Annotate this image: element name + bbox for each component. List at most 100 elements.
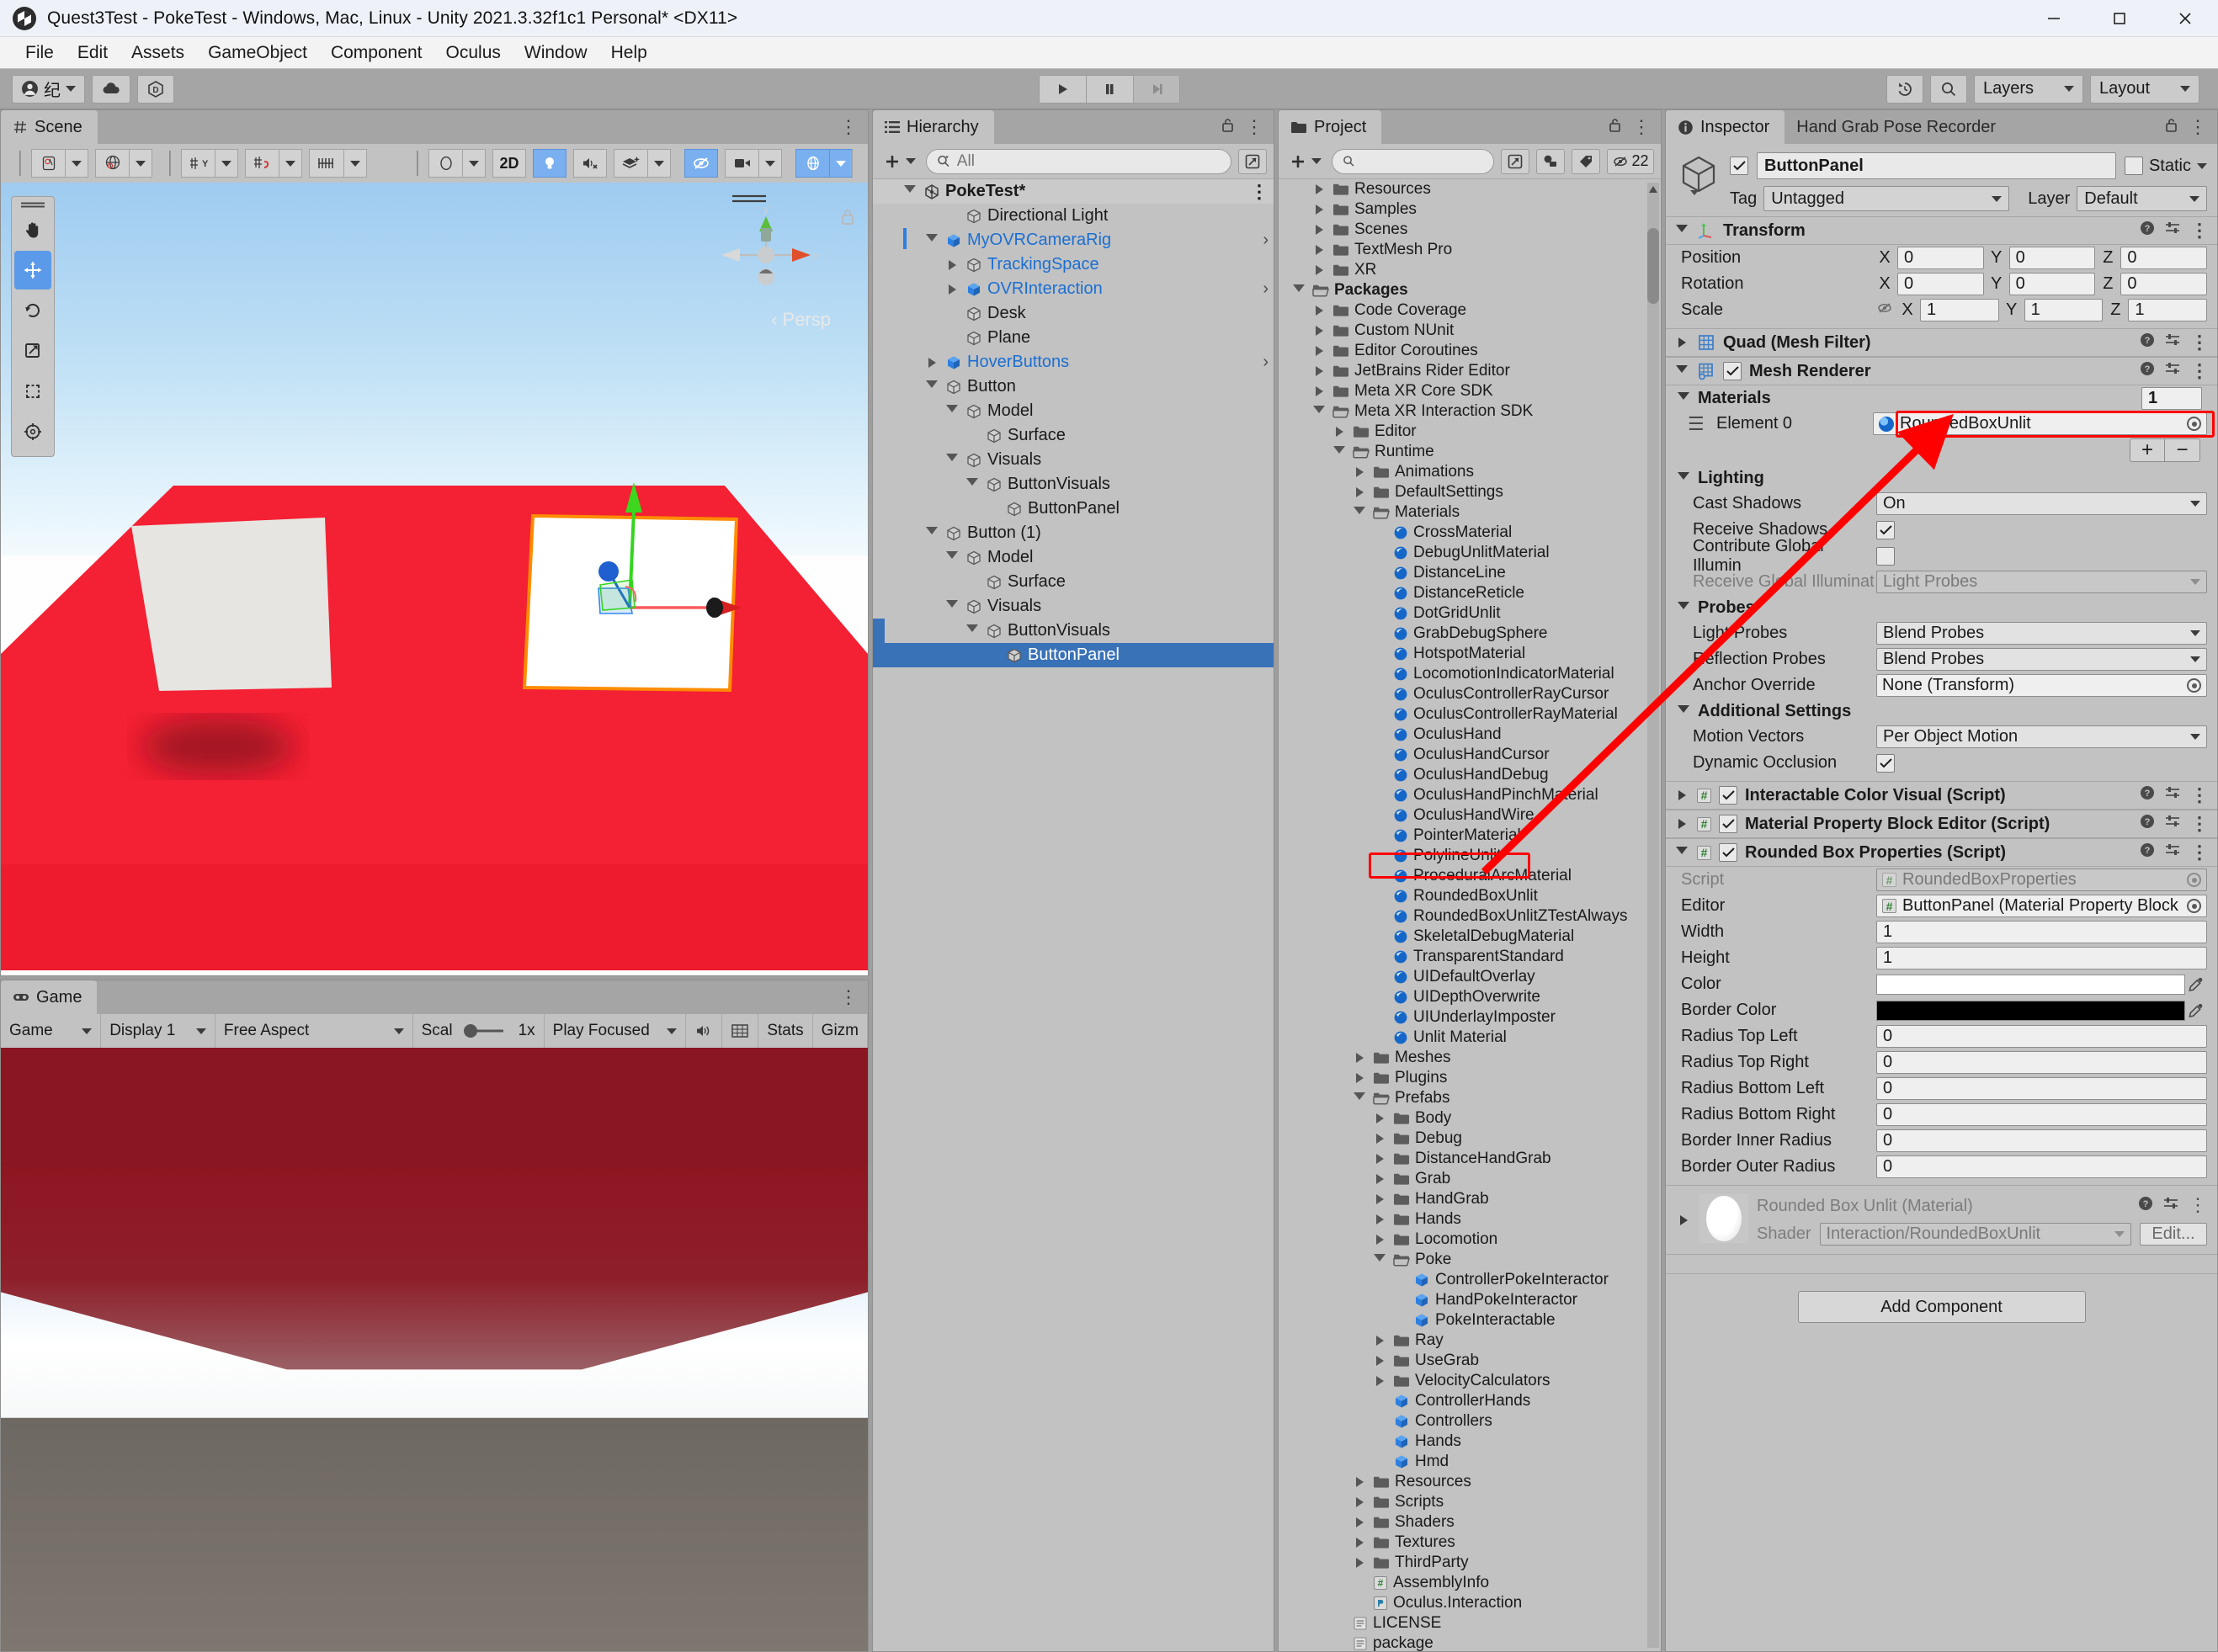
project-item-poke[interactable]: Poke: [1279, 1250, 1661, 1270]
project-item-unlit-material[interactable]: Unlit Material: [1279, 1028, 1661, 1048]
game-viewport[interactable]: [1, 1048, 868, 1651]
component-header-interactable-color-visual[interactable]: # Interactable Color Visual (Script) ? ⋮: [1666, 781, 2217, 810]
tree-disclosure-arrow[interactable]: [1371, 1356, 1388, 1366]
object-picker-icon[interactable]: [2187, 899, 2201, 913]
project-item-scripts[interactable]: Scripts: [1279, 1492, 1661, 1512]
tree-disclosure-arrow[interactable]: [1371, 1253, 1388, 1267]
project-item-locomotionindicatormaterial[interactable]: LocomotionIndicatorMaterial: [1279, 664, 1661, 684]
rbp-color-swatch[interactable]: [1876, 974, 2185, 995]
material-preview-fold-arrow[interactable]: [1676, 1214, 1691, 1225]
menu-item-window[interactable]: Window: [513, 37, 599, 69]
static-checkbox[interactable]: [2124, 157, 2143, 175]
hand-tool-button[interactable]: [14, 210, 51, 249]
tree-disclosure-arrow[interactable]: [1371, 1113, 1388, 1123]
project-item-thirdparty[interactable]: ThirdParty: [1279, 1553, 1661, 1573]
project-item-grabdebugsphere[interactable]: GrabDebugSphere: [1279, 624, 1661, 644]
project-item-resources[interactable]: Resources: [1279, 1472, 1661, 1492]
toggle-2d-button[interactable]: 2D: [492, 149, 526, 178]
materials-count-field[interactable]: 1: [2141, 386, 2202, 410]
game-menu-kebab[interactable]: ⋮: [839, 988, 858, 1007]
project-item-controllerhands[interactable]: ControllerHands: [1279, 1391, 1661, 1411]
shading-dropdown[interactable]: [462, 149, 486, 178]
game-stats-button[interactable]: Stats: [758, 1014, 813, 1048]
cloud-button[interactable]: [92, 74, 130, 104]
project-search-field[interactable]: [1361, 151, 1483, 171]
tree-disclosure-arrow[interactable]: [1371, 1134, 1388, 1144]
project-item-distancehandgrab[interactable]: DistanceHandGrab: [1279, 1149, 1661, 1169]
gizmos-toggle[interactable]: [795, 149, 829, 178]
contribute-gi-checkbox[interactable]: [1876, 546, 1895, 566]
hierarchy-search-input[interactable]: [926, 148, 1231, 174]
project-item-xr[interactable]: XR: [1279, 260, 1661, 280]
tree-disclosure-arrow[interactable]: [1351, 487, 1368, 497]
project-item-hmd[interactable]: Hmd: [1279, 1452, 1661, 1472]
tree-disclosure-arrow[interactable]: [944, 551, 960, 564]
layers-dropdown[interactable]: Layers: [1974, 74, 2083, 104]
project-item-roundedboxunlit[interactable]: RoundedBoxUnlit: [1279, 886, 1661, 906]
game-mute-button[interactable]: [686, 1014, 723, 1048]
hierarchy-item-hoverbuttons[interactable]: HoverButtons ›: [873, 350, 1274, 374]
static-toggle-group[interactable]: Static: [2124, 157, 2207, 176]
hierarchy-tree[interactable]: PokeTest* ⋮ Directional Light MyOVRCamera…: [873, 179, 1274, 1651]
gameobject-name-field[interactable]: ButtonPanel: [1757, 152, 2116, 179]
game-aspect-dropdown[interactable]: Free Aspect: [215, 1014, 413, 1048]
project-item-debug[interactable]: Debug: [1279, 1129, 1661, 1149]
menu-item-edit[interactable]: Edit: [66, 37, 120, 69]
scene-camera-button[interactable]: [725, 149, 758, 178]
project-item-body[interactable]: Body: [1279, 1108, 1661, 1129]
project-filter-type-button[interactable]: [1536, 148, 1565, 174]
light-probes-dropdown[interactable]: Blend Probes: [1876, 622, 2207, 645]
close-button[interactable]: [2152, 0, 2218, 37]
materials-add-button[interactable]: +: [2130, 438, 2165, 462]
project-item-pokeinteractable[interactable]: PokeInteractable: [1279, 1310, 1661, 1331]
tab-inspector[interactable]: Inspector: [1666, 110, 1785, 144]
grid-axis-button[interactable]: Y: [181, 149, 215, 178]
tree-disclosure-arrow[interactable]: [1351, 1558, 1368, 1568]
grid-visibility-dropdown[interactable]: [343, 149, 367, 178]
tree-disclosure-arrow[interactable]: [1311, 205, 1327, 215]
tree-disclosure-arrow[interactable]: [923, 234, 940, 247]
reflection-probes-dropdown[interactable]: Blend Probes: [1876, 648, 2207, 671]
help-icon[interactable]: ?: [2140, 842, 2155, 863]
hierarchy-create-button[interactable]: [880, 152, 919, 171]
tab-hand-grab-pose-recorder[interactable]: Hand Grab Pose Recorder: [1785, 110, 2011, 144]
inspector-lock-icon[interactable]: [2164, 117, 2178, 138]
component-header-material-property-block-editor[interactable]: # Material Property Block Editor (Script…: [1666, 810, 2217, 838]
preset-icon[interactable]: [2164, 785, 2181, 805]
game-display-dropdown[interactable]: Display 1: [101, 1014, 215, 1048]
account-button[interactable]: 纪: [12, 74, 85, 104]
rbp-height-field[interactable]: 1: [1876, 947, 2207, 969]
scene-camera-dropdown[interactable]: [758, 149, 782, 178]
layer-dropdown[interactable]: Default: [2077, 186, 2207, 211]
handle-space-button[interactable]: [95, 149, 129, 178]
project-item-oculuscontrollerraycursor[interactable]: OculusControllerRayCursor: [1279, 684, 1661, 704]
scene-effects-toggle[interactable]: [614, 149, 647, 178]
materials-remove-button[interactable]: −: [2165, 438, 2200, 462]
tree-disclosure-arrow[interactable]: [1351, 506, 1368, 519]
component-header-mesh-filter[interactable]: Quad (Mesh Filter) ? ⋮: [1666, 328, 2217, 357]
rotation-z-field[interactable]: 0: [2120, 273, 2208, 295]
mpbe-enabled-checkbox[interactable]: [1719, 815, 1737, 833]
game-gizmos-button[interactable]: Gizm: [813, 1014, 868, 1048]
tag-dropdown[interactable]: Untagged: [1763, 186, 2010, 211]
project-item-uiunderlayimposter[interactable]: UIUnderlayImposter: [1279, 1007, 1661, 1028]
help-icon[interactable]: ?: [2140, 220, 2155, 241]
project-item-crossmaterial[interactable]: CrossMaterial: [1279, 523, 1661, 543]
project-item-locomotion[interactable]: Locomotion: [1279, 1230, 1661, 1250]
project-item-hands[interactable]: Hands: [1279, 1432, 1661, 1452]
tree-disclosure-arrow[interactable]: [1371, 1174, 1388, 1184]
icv-enabled-checkbox[interactable]: [1719, 786, 1737, 805]
help-icon[interactable]: ?: [2140, 332, 2155, 353]
snap-dropdown[interactable]: [279, 149, 302, 178]
materials-section-header[interactable]: Materials 1: [1666, 385, 2217, 411]
project-item-controllers[interactable]: Controllers: [1279, 1411, 1661, 1432]
transform-kebab[interactable]: ⋮: [2190, 221, 2209, 240]
position-x-field[interactable]: 0: [1897, 247, 1984, 269]
project-save-search-button[interactable]: [1501, 148, 1529, 174]
tree-disclosure-arrow[interactable]: [1290, 284, 1307, 297]
undo-history-button[interactable]: [1886, 74, 1923, 104]
preset-icon[interactable]: [2164, 220, 2181, 241]
hierarchy-item-desk[interactable]: Desk: [873, 301, 1274, 326]
move-tool-button[interactable]: [14, 251, 51, 289]
scene-audio-toggle[interactable]: [573, 149, 607, 178]
